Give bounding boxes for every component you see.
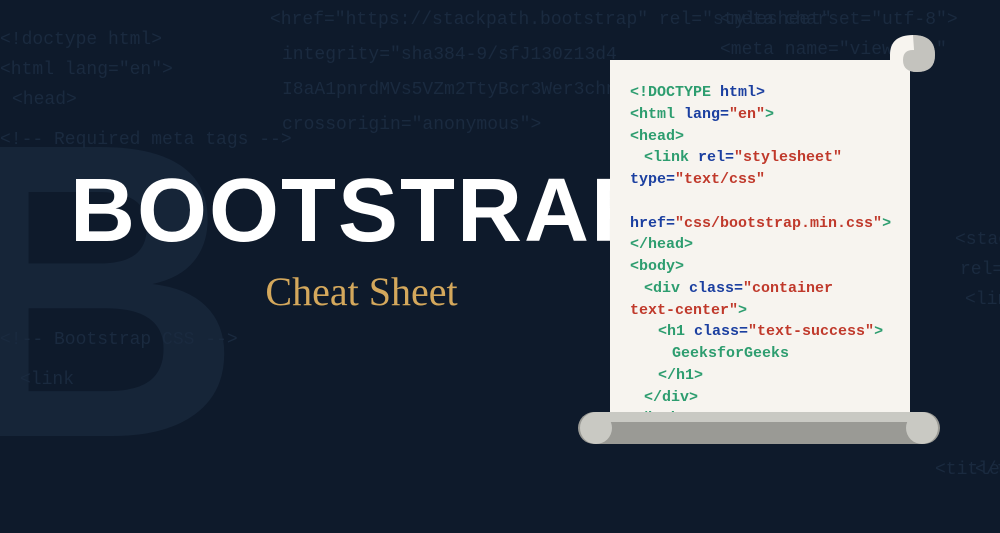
scroll-curl-top-icon (885, 30, 950, 95)
bg-code: <link (965, 290, 1000, 310)
bg-code: <href="https://stackpath.bootstrap" rel=… (270, 10, 832, 30)
bg-code: rel= (960, 260, 1000, 280)
title-block: BOOTSTRAP Cheat Sheet (70, 160, 653, 315)
bg-code: <head> (12, 90, 77, 110)
bg-code: <meta charset="utf-8"> (720, 10, 958, 30)
bg-code: <!doctype html> (0, 30, 162, 50)
bg-code: </title> (975, 460, 1000, 480)
sub-title: Cheat Sheet (70, 268, 653, 315)
bg-code: <stackpath> (955, 230, 1000, 250)
bg-code: <link (20, 370, 74, 390)
bg-code: crossorigin="anonymous"> (282, 115, 541, 135)
code-paper: <!DOCTYPE html> <html lang="en"> <head> … (610, 60, 910, 415)
bg-code: <!-- Required meta tags --> (0, 130, 292, 150)
scroll-curl-bottom-icon (578, 400, 940, 455)
main-title: BOOTSTRAP (70, 160, 653, 263)
bg-code: <title> (935, 460, 1000, 480)
code-scroll: <!DOCTYPE html> <html lang="en"> <head> … (610, 35, 940, 455)
bg-code: integrity="sha384-9/sfJ130z13d4 (282, 45, 617, 65)
code-content: <!DOCTYPE html> <html lang="en"> <head> … (630, 82, 890, 430)
bg-code: <!-- Bootstrap CSS --> (0, 330, 238, 350)
bg-code: <html lang="en"> (0, 60, 173, 80)
